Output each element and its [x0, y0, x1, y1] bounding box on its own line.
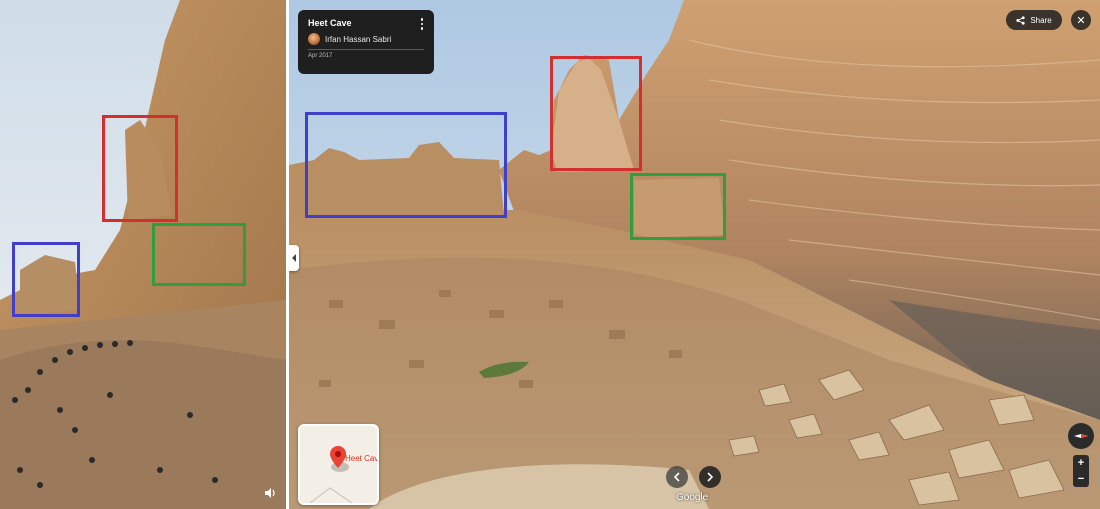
avatar [308, 33, 320, 45]
zoom-out-button[interactable]: − [1073, 471, 1089, 487]
highlight-box-green-left [152, 223, 246, 286]
chevron-left-icon [673, 472, 680, 482]
volume-icon [265, 488, 275, 498]
compass-icon [1074, 434, 1088, 438]
chevron-left-icon [292, 254, 296, 262]
location-info-card: Heet Cave Irfan Hassan Sabri Apr 2017 [298, 10, 434, 74]
place-title[interactable]: Heet Cave [308, 18, 424, 28]
highlight-box-blue-right [305, 112, 507, 218]
google-logo: Google [676, 492, 709, 503]
more-options-button[interactable] [418, 17, 426, 31]
previous-photo-button[interactable] [666, 466, 688, 488]
zoom-in-button[interactable]: + [1073, 455, 1089, 471]
share-button[interactable]: Share [1006, 10, 1062, 30]
close-icon: ✕ [1076, 14, 1086, 27]
left-photo-panel [0, 0, 286, 509]
map-pin-icon [330, 446, 346, 468]
author-name[interactable]: Irfan Hassan Sabri [325, 35, 391, 44]
highlight-box-blue-left [12, 242, 80, 317]
highlight-box-red-left [102, 115, 178, 222]
capture-date: Apr 2017 [308, 53, 333, 59]
street-view-photo[interactable] [289, 0, 1100, 509]
street-view-panel[interactable]: Heet Cave Irfan Hassan Sabri Apr 2017 Sh… [289, 0, 1100, 509]
zoom-control: + − [1073, 455, 1089, 487]
share-icon [1016, 15, 1025, 25]
highlight-box-red-right [550, 56, 642, 171]
next-photo-button[interactable] [699, 466, 721, 488]
highlight-box-green-right [630, 173, 726, 240]
collapse-panel-button[interactable] [289, 245, 299, 271]
close-button[interactable]: ✕ [1071, 10, 1091, 30]
share-label: Share [1030, 15, 1052, 25]
more-vert-icon [420, 18, 424, 21]
volume-button[interactable] [263, 486, 277, 500]
compass-button[interactable] [1068, 423, 1094, 449]
minimap[interactable]: Heet Cave [298, 424, 379, 505]
info-divider [308, 49, 424, 50]
author-row: Irfan Hassan Sabri [308, 33, 424, 45]
chevron-right-icon [707, 472, 714, 482]
minimap-place-label: Heet Cave [345, 454, 379, 463]
